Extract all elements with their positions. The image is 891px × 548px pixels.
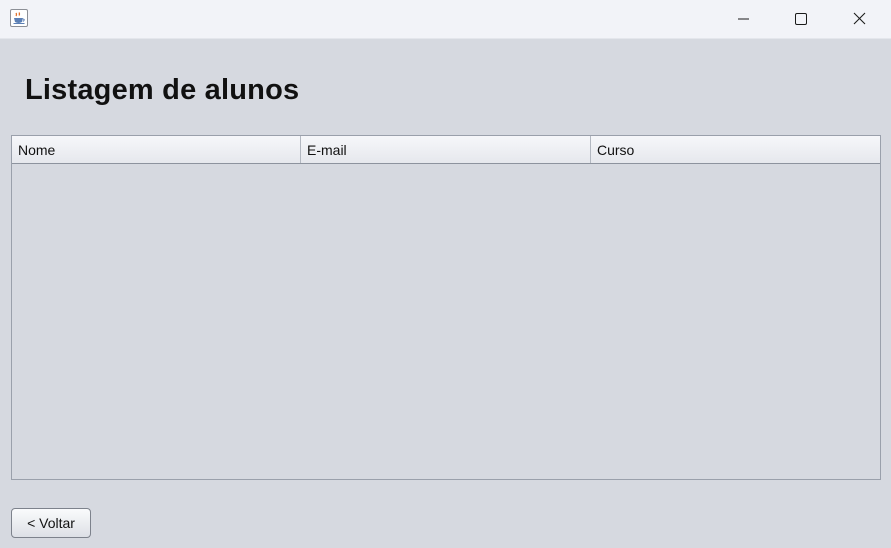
maximize-icon [795, 13, 807, 25]
column-header-nome[interactable]: Nome [12, 136, 301, 163]
table-body[interactable] [12, 164, 880, 479]
minimize-icon [738, 18, 749, 20]
application-window: Listagem de alunos Nome E-mail Curso < V… [0, 0, 891, 548]
back-button[interactable]: < Voltar [11, 508, 91, 538]
table-header: Nome E-mail Curso [12, 136, 880, 164]
column-header-email[interactable]: E-mail [301, 136, 591, 163]
close-button[interactable] [830, 0, 888, 38]
page-title: Listagem de alunos [25, 74, 300, 106]
java-coffee-cup-icon[interactable] [10, 9, 28, 27]
minimize-button[interactable] [714, 0, 772, 38]
close-icon [853, 12, 866, 25]
title-bar[interactable] [0, 0, 891, 39]
students-table[interactable]: Nome E-mail Curso [11, 135, 881, 480]
column-header-curso[interactable]: Curso [591, 136, 880, 163]
maximize-button[interactable] [772, 0, 830, 38]
